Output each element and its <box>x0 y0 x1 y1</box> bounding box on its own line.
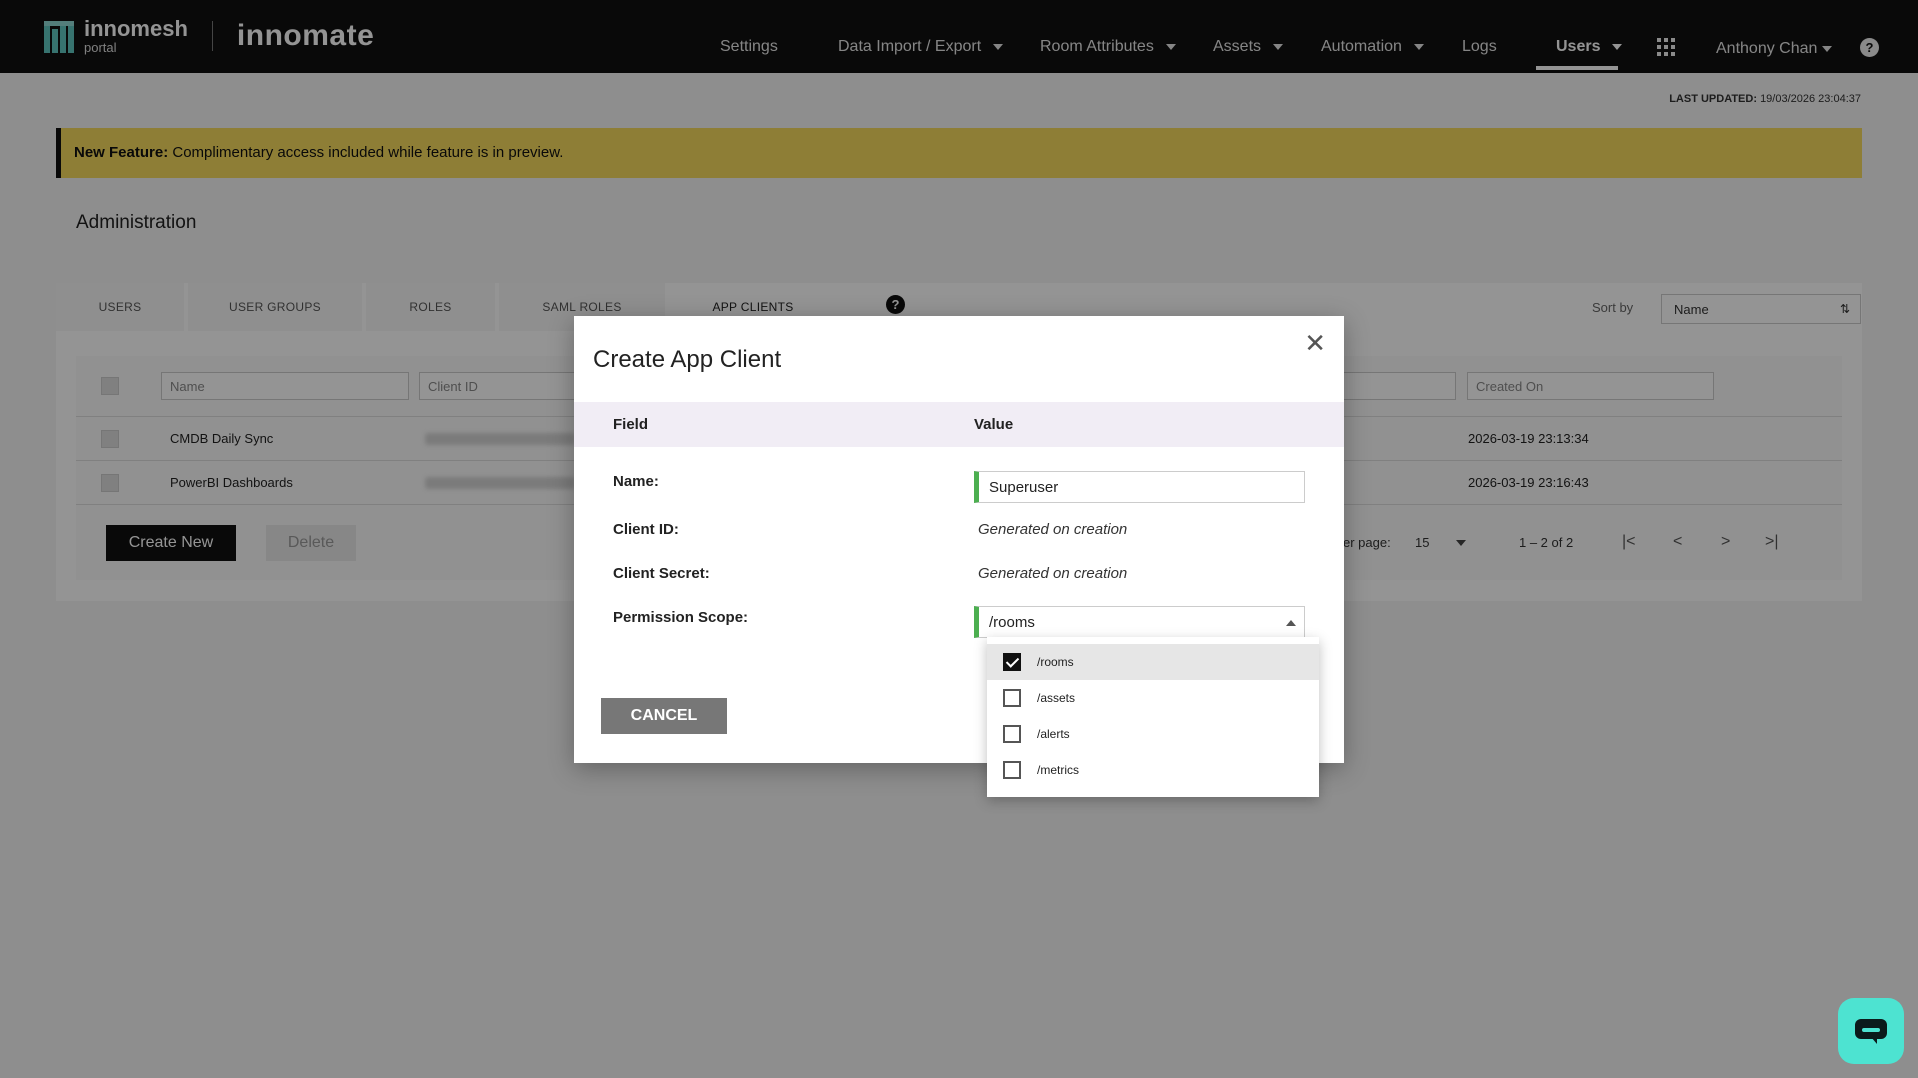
scope-option-metrics[interactable]: /metrics <box>987 752 1319 788</box>
chat-button[interactable] <box>1838 998 1904 1064</box>
checkbox-icon[interactable] <box>1003 725 1021 743</box>
scope-option-assets[interactable]: /assets <box>987 680 1319 716</box>
client-id-value: Generated on creation <box>978 521 1128 538</box>
checkbox-icon[interactable] <box>1003 761 1021 779</box>
client-id-label: Client ID: <box>613 521 679 538</box>
option-label: /rooms <box>1037 655 1074 669</box>
header-field: Field <box>613 416 649 433</box>
cancel-button[interactable]: CANCEL <box>601 698 727 734</box>
name-label: Name: <box>613 473 659 490</box>
close-icon[interactable]: ✕ <box>1304 330 1326 356</box>
dialog-table-header: Field Value <box>574 402 1344 447</box>
caret-up-icon <box>1286 620 1296 626</box>
scope-option-alerts[interactable]: /alerts <box>987 716 1319 752</box>
permission-scope-dropdown: /rooms /assets /alerts /metrics <box>987 637 1319 797</box>
permission-scope-value: /rooms <box>989 614 1035 631</box>
chat-icon <box>1855 1019 1887 1044</box>
scope-option-rooms[interactable]: /rooms <box>987 644 1319 680</box>
option-label: /assets <box>1037 691 1076 705</box>
checkbox-checked-icon[interactable] <box>1003 653 1021 671</box>
option-label: /metrics <box>1037 763 1079 777</box>
header-value: Value <box>974 416 1014 433</box>
option-label: /alerts <box>1037 727 1070 741</box>
dialog-title: Create App Client <box>593 346 782 373</box>
checkbox-icon[interactable] <box>1003 689 1021 707</box>
client-secret-value: Generated on creation <box>978 565 1128 582</box>
permission-scope-select[interactable]: /rooms <box>974 606 1305 638</box>
name-input[interactable]: Superuser <box>974 471 1305 503</box>
client-secret-label: Client Secret: <box>613 565 710 582</box>
permission-scope-label: Permission Scope: <box>613 609 749 626</box>
